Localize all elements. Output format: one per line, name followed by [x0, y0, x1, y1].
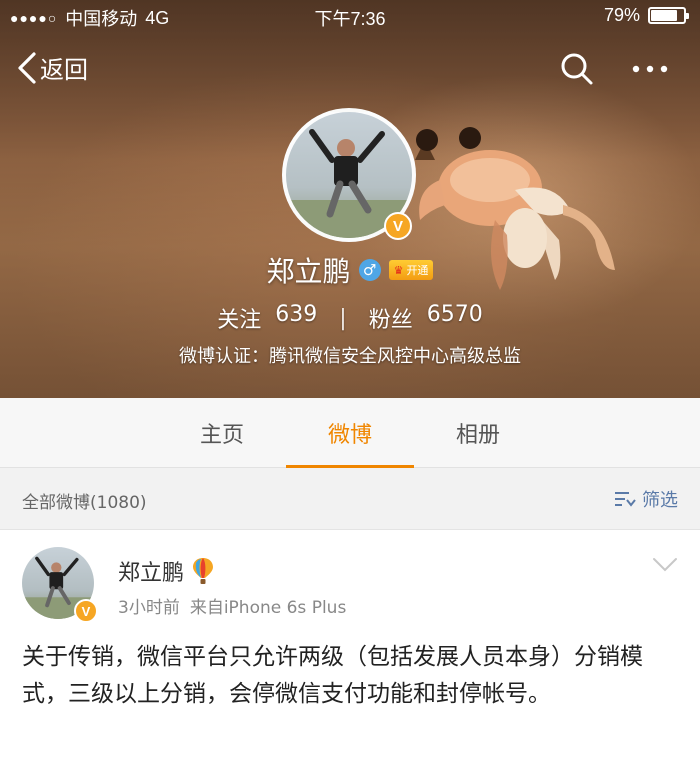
back-button[interactable]: 返回 [16, 50, 88, 85]
tab-weibo[interactable]: 微博 [286, 398, 414, 468]
weibo-post: V 郑立鹏 3小时前 来自iPhone 6s Plus 关于传销，微信平台只允许… [0, 531, 700, 767]
crown-icon: ♛ [393, 263, 404, 277]
status-time: 下午7:36 [314, 9, 386, 29]
search-icon[interactable] [560, 52, 594, 86]
more-icon[interactable] [630, 52, 670, 86]
followers-label: 粉丝 [368, 308, 413, 333]
stats-separator: | [339, 305, 347, 331]
profile-name: 郑立鹏 [266, 255, 351, 288]
battery-percent: 79% [603, 5, 640, 25]
male-gender-icon: ♂ [358, 259, 381, 281]
vip-member-badge[interactable]: ♛ 开通 [388, 260, 434, 280]
chevron-down-icon[interactable] [652, 557, 678, 573]
status-bar: ●●●●○ 中国移动 4G 下午7:36 79% [0, 0, 700, 32]
following-count: 639 [275, 302, 318, 327]
tab-album[interactable]: 相册 [414, 398, 542, 468]
profile-tabs: 主页 微博 相册 [0, 398, 700, 468]
verified-badge-icon: V [74, 599, 98, 623]
post-meta: 3小时前 来自iPhone 6s Plus [118, 593, 346, 618]
filter-icon [615, 492, 636, 507]
tab-home[interactable]: 主页 [158, 398, 286, 468]
all-posts-count: 全部微博(1080) [22, 493, 147, 513]
verification-text: 微博认证：腾讯微信安全风控中心高级总监 [179, 346, 521, 367]
back-label: 返回 [40, 56, 88, 84]
post-time: 3小时前 [118, 598, 180, 618]
post-filter-bar: 全部微博(1080) 筛选 [0, 468, 700, 530]
post-author-row: 郑立鹏 [118, 555, 214, 587]
verified-badge-icon: V [384, 212, 412, 240]
profile-avatar[interactable]: V [282, 108, 416, 242]
followers-count: 6570 [426, 302, 483, 327]
hot-air-balloon-icon [193, 558, 214, 584]
post-text: 关于传销，微信平台只允许两级（包括发展人员本身）分销模式，三级以上分销，会停微信… [22, 644, 643, 707]
battery-icon [648, 7, 689, 24]
filter-label: 筛选 [642, 490, 678, 511]
following-label: 关注 [217, 308, 262, 333]
member-badge-label: 开通 [406, 264, 429, 277]
follow-stats: 关注 639 | 粉丝 6570 [0, 302, 700, 334]
filter-button[interactable]: 筛选 [614, 486, 678, 512]
profile-name-row: 郑立鹏 ♂ ♛ 开通 [0, 250, 700, 290]
post-source: 来自iPhone 6s Plus [189, 598, 347, 618]
chevron-left-icon [18, 51, 36, 84]
profile-header-banner: ●●●●○ 中国移动 4G 下午7:36 79% 返回 V 郑立鹏 ♂ ♛ 开通… [0, 0, 700, 398]
top-nav-bar: 返回 [0, 44, 700, 94]
post-author-name[interactable]: 郑立鹏 [118, 555, 184, 587]
following-stat[interactable]: 关注 639 [217, 302, 317, 334]
post-author-avatar[interactable]: V [22, 547, 98, 623]
followers-stat[interactable]: 粉丝 6570 [369, 302, 483, 334]
